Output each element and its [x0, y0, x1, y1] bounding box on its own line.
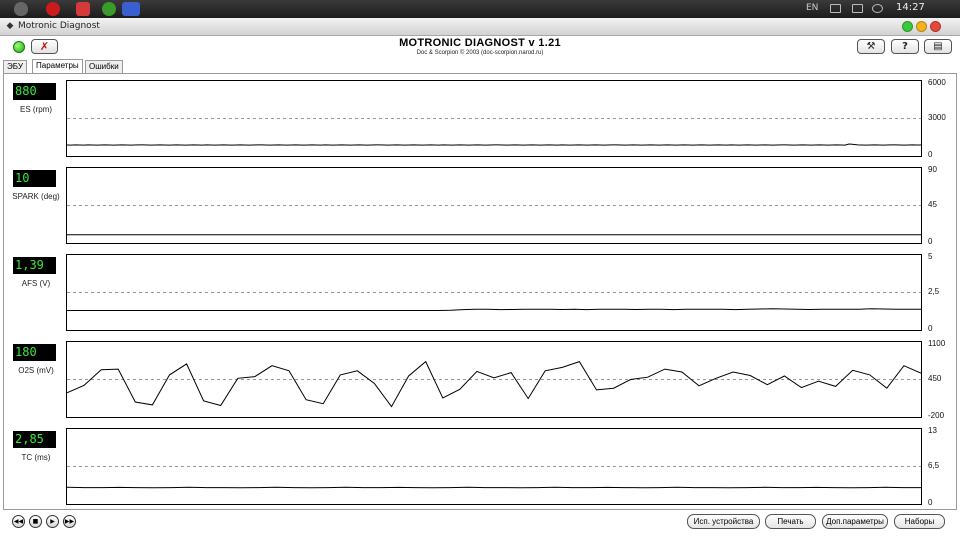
extra-parameters-button[interactable]: Доп.параметры [822, 514, 888, 529]
y-tick-label: 0 [928, 237, 933, 246]
parameter-readout: 2,85 TC (ms) [8, 423, 64, 505]
series-line-es [67, 143, 921, 146]
graph-canvas [67, 360, 921, 408]
parameter-row-o2s: 180 O2S (mV) 1100 450 -200 [8, 336, 952, 420]
parameter-graph [66, 254, 922, 331]
help-button[interactable]: ? [891, 39, 919, 54]
play-button[interactable]: ▶ [46, 515, 59, 528]
y-axis: 1100 450 -200 [922, 339, 952, 420]
print-button[interactable]: Печать [765, 514, 816, 529]
parameter-row-tc: 2,85 TC (ms) 13 6,5 0 [8, 423, 952, 507]
parameter-readout: 10 SPARK (deg) [8, 162, 64, 244]
app-title: MOTRONIC DIAGNOST v 1.21 [399, 37, 561, 49]
series-line-afs [67, 308, 921, 311]
manual-button[interactable]: ▤ [924, 39, 952, 54]
y-tick-label: 13 [928, 426, 937, 435]
parameter-value: 1,39 [13, 257, 56, 274]
parameter-row-afs: 1,39 AFS (V) 5 2,5 0 [8, 249, 952, 333]
parameter-graph [66, 167, 922, 244]
parameter-label: TC (ms) [21, 453, 51, 462]
parameter-graph [66, 428, 922, 505]
forward-icon: ▶▶ [64, 518, 75, 525]
graph-canvas [67, 466, 921, 489]
utorrent-icon[interactable] [102, 2, 116, 16]
parameter-graph [66, 80, 922, 157]
actuators-button[interactable]: Исп. устройства [687, 514, 760, 529]
graph-canvas [67, 292, 921, 311]
parameter-readout: 180 O2S (mV) [8, 336, 64, 418]
y-tick-label: 6000 [928, 78, 946, 87]
y-tick-label: 0 [928, 498, 933, 507]
y-tick-label: 0 [928, 324, 933, 333]
window-title: Motronic Diagnost [18, 21, 100, 31]
clock: 14:27 [896, 2, 925, 13]
parameter-value: 180 [13, 344, 56, 361]
parameter-value: 880 [13, 83, 56, 100]
y-tick-label: 5 [928, 252, 933, 261]
os-taskbar: EN 14:27 [0, 0, 960, 18]
parameter-label: O2S (mV) [18, 366, 54, 375]
y-axis: 90 45 0 [922, 165, 952, 246]
parameter-value: 2,85 [13, 431, 56, 448]
rewind-icon: ◀◀ [13, 518, 24, 525]
parameter-value: 10 [13, 170, 56, 187]
parameter-row-spark: 10 SPARK (deg) 90 45 0 [8, 162, 952, 246]
parameter-readout: 880 ES (rpm) [8, 75, 64, 157]
y-tick-label: 45 [928, 200, 937, 209]
network-icon[interactable] [122, 2, 140, 16]
close-button[interactable] [930, 21, 941, 32]
window-titlebar[interactable]: ◆ Motronic Diagnost [0, 18, 960, 36]
stop-button[interactable]: ■ [29, 515, 42, 528]
y-tick-label: -200 [928, 411, 945, 420]
parameter-graph [66, 341, 922, 418]
y-tick-label: 2,5 [928, 287, 940, 296]
graph-canvas [67, 205, 921, 236]
parameter-label: ES (rpm) [20, 105, 52, 114]
tab-errors[interactable]: Ошибки [85, 60, 123, 73]
connection-status-indicator [13, 41, 25, 53]
tab-ecu[interactable]: ЭБУ [3, 60, 27, 73]
y-tick-label: 90 [928, 165, 937, 174]
y-tick-label: 0 [928, 150, 933, 159]
y-tick-label: 3000 [928, 113, 946, 122]
forward-button[interactable]: ▶▶ [63, 515, 76, 528]
presets-button[interactable]: Наборы [894, 514, 945, 529]
y-tick-label: 1100 [928, 339, 946, 348]
tab-parameters[interactable]: Параметры [32, 59, 83, 73]
apple-icon[interactable] [14, 2, 28, 16]
chat-icon[interactable] [830, 4, 841, 13]
parameter-label: SPARK (deg) [12, 192, 60, 201]
y-axis: 6000 3000 0 [922, 78, 952, 159]
app-subtitle: Doc & Scorpion © 2003 (doc-scorpion.naro… [416, 50, 544, 56]
disconnect-button[interactable]: ✗ [31, 39, 58, 54]
tools-icon: ⚒ [866, 41, 876, 52]
app-header: ✗ MOTRONIC DIAGNOST v 1.21 Doc & Scorpio… [0, 37, 960, 59]
book-icon: ▤ [933, 41, 943, 52]
language-indicator[interactable]: EN [806, 3, 818, 13]
maximize-button[interactable] [916, 21, 927, 32]
parameter-label: AFS (V) [21, 279, 51, 288]
opera-icon[interactable] [46, 2, 60, 16]
parameter-row-es: 880 ES (rpm) 6000 3000 0 [8, 75, 952, 159]
y-tick-label: 6,5 [928, 461, 940, 470]
minimize-button[interactable] [902, 21, 913, 32]
display-icon[interactable] [852, 4, 863, 13]
y-tick-label: 450 [928, 374, 942, 383]
app-icon[interactable] [76, 2, 90, 16]
graph-canvas [67, 118, 921, 146]
help-icon: ? [902, 41, 908, 52]
y-axis: 13 6,5 0 [922, 426, 952, 507]
series-line-o2s [67, 360, 921, 408]
play-icon: ▶ [50, 518, 55, 525]
y-axis: 5 2,5 0 [922, 252, 952, 333]
series-line-tc [67, 486, 921, 489]
rewind-button[interactable]: ◀◀ [12, 515, 25, 528]
stop-icon: ■ [32, 518, 39, 525]
app-window-icon: ◆ [6, 21, 14, 31]
parameters-panel: 880 ES (rpm) 6000 3000 0 10 SPARK (deg) 90 45 0 1,… [3, 73, 957, 510]
parameter-readout: 1,39 AFS (V) [8, 249, 64, 331]
disconnect-icon: ✗ [39, 40, 50, 53]
sound-icon[interactable] [872, 4, 883, 13]
settings-button[interactable]: ⚒ [857, 39, 885, 54]
